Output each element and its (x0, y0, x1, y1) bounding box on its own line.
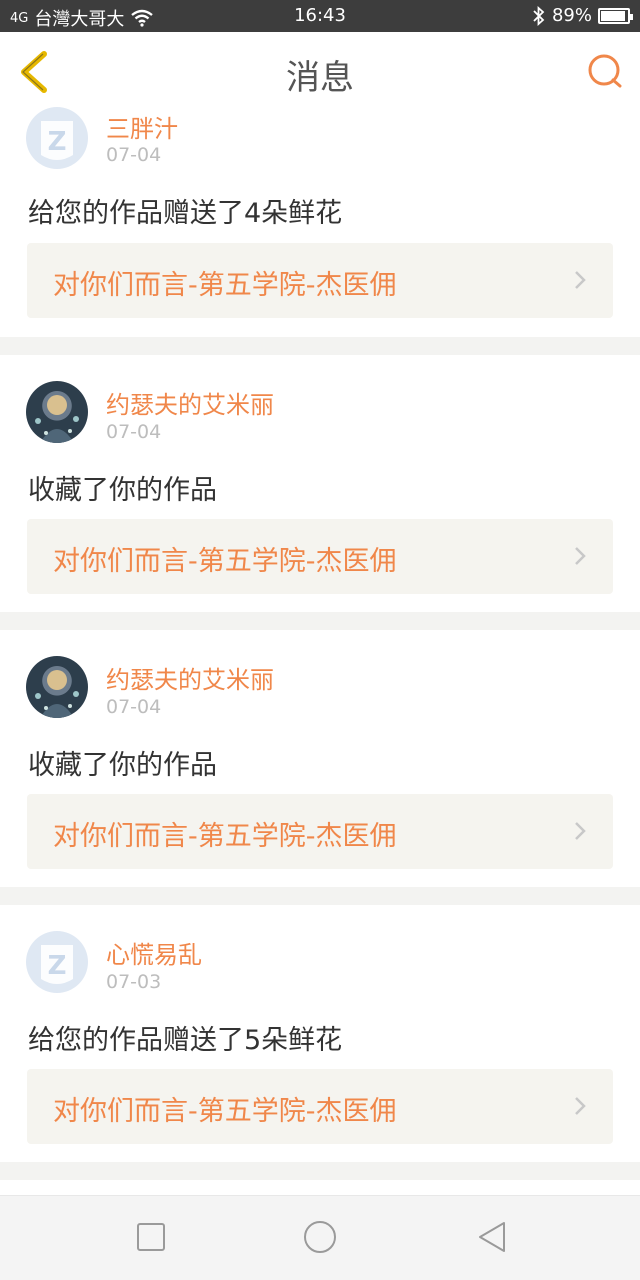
work-link[interactable]: 对你们而言-第五学院-杰医佣 (27, 519, 613, 594)
chevron-right-icon (575, 547, 586, 565)
message-date: 07-03 (106, 971, 162, 993)
message-text: 给您的作品赠送了5朵鲜花 (28, 1025, 343, 1056)
chevron-right-icon (575, 1097, 586, 1115)
sender-name[interactable]: 心慌易乱 (106, 935, 202, 970)
sender-name[interactable]: 约瑟夫的艾米丽 (106, 660, 274, 695)
message-card: Z 心慌易乱 07-03 给您的作品赠送了5朵鲜花 对你们而言-第五学院-杰医佣 (0, 905, 640, 1162)
chevron-right-icon (575, 822, 586, 840)
work-link[interactable]: 对你们而言-第五学院-杰医佣 (27, 1069, 613, 1144)
message-text: 给您的作品赠送了4朵鲜花 (28, 198, 343, 229)
square-icon (137, 1223, 165, 1251)
work-title: 对你们而言-第五学院-杰医佣 (53, 821, 397, 852)
message-date: 07-04 (106, 144, 162, 166)
svg-text:Z: Z (48, 951, 67, 981)
page-title: 消息 (286, 58, 354, 98)
message-card: 约瑟夫的艾米丽 07-04 收藏了你的作品 对你们而言-第五学院-杰医佣 (0, 355, 640, 612)
search-button[interactable] (586, 52, 624, 90)
bluetooth-icon (533, 5, 545, 26)
nav-back-button[interactable] (476, 1221, 508, 1253)
user-photo-icon (35, 670, 79, 718)
sender-name[interactable]: 三胖汁 (106, 109, 178, 144)
avatar[interactable]: Z (26, 107, 88, 169)
user-photo-icon (35, 395, 79, 443)
svg-text:Z: Z (48, 127, 67, 157)
message-date: 07-04 (106, 696, 162, 718)
app-header: 消息 (0, 32, 640, 110)
message-text: 收藏了你的作品 (28, 750, 217, 781)
circle-icon (304, 1221, 336, 1253)
recent-apps-button[interactable] (136, 1222, 166, 1252)
chevron-right-icon (575, 271, 586, 289)
home-button[interactable] (303, 1220, 337, 1254)
status-bar: 4G 台灣大哥大 16:43 89% (0, 0, 640, 32)
message-card: 约瑟夫的艾米丽 07-04 收藏了你的作品 对你们而言-第五学院-杰医佣 (0, 630, 640, 887)
work-title: 对你们而言-第五学院-杰医佣 (53, 546, 397, 577)
triangle-back-icon (479, 1222, 505, 1252)
default-avatar-icon: Z (41, 945, 73, 984)
avatar[interactable] (26, 656, 88, 718)
work-link[interactable]: 对你们而言-第五学院-杰医佣 (27, 794, 613, 869)
message-date: 07-04 (106, 421, 162, 443)
work-link[interactable]: 对你们而言-第五学院-杰医佣 (27, 243, 613, 318)
avatar[interactable] (26, 381, 88, 443)
work-title: 对你们而言-第五学院-杰医佣 (53, 270, 397, 301)
battery-icon (598, 7, 633, 24)
status-right: 89% (532, 5, 633, 26)
sender-name[interactable]: 约瑟夫的艾米丽 (106, 385, 274, 420)
battery-percent: 89% (551, 5, 592, 26)
message-card: Z 三胖汁 07-04 给您的作品赠送了4朵鲜花 对你们而言-第五学院-杰医佣 (0, 107, 640, 337)
system-nav-bar (0, 1195, 640, 1280)
message-text: 收藏了你的作品 (28, 475, 217, 506)
default-avatar-icon: Z (41, 121, 73, 160)
work-title: 对你们而言-第五学院-杰医佣 (53, 1096, 397, 1127)
avatar[interactable]: Z (26, 931, 88, 993)
